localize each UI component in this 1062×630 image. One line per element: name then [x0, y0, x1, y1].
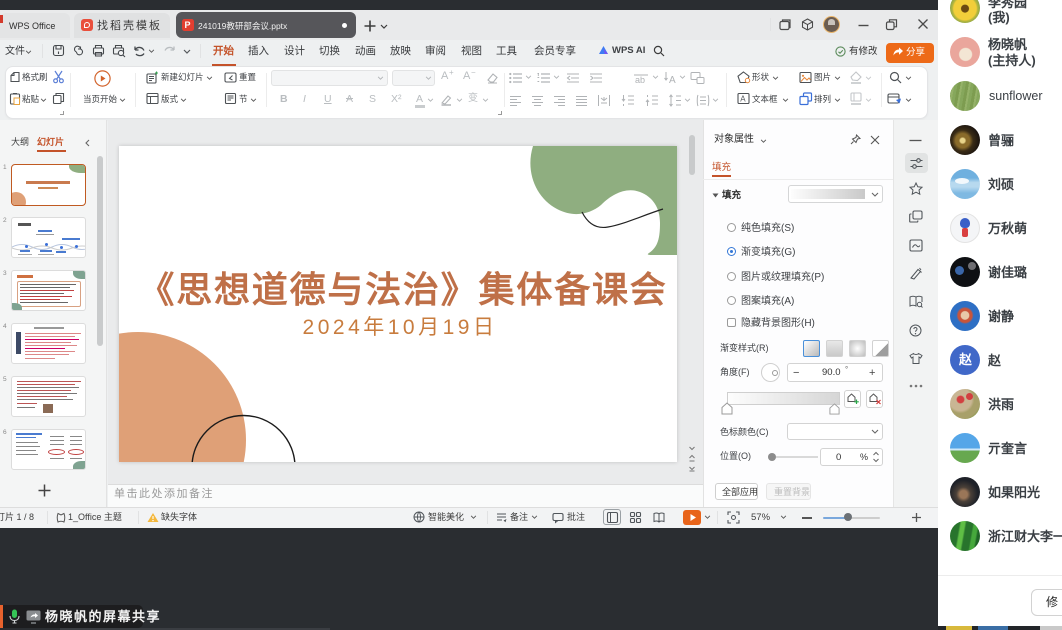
svg-text:ab: ab: [635, 75, 645, 85]
svg-text:A: A: [669, 75, 676, 86]
svg-text:A: A: [740, 95, 746, 104]
